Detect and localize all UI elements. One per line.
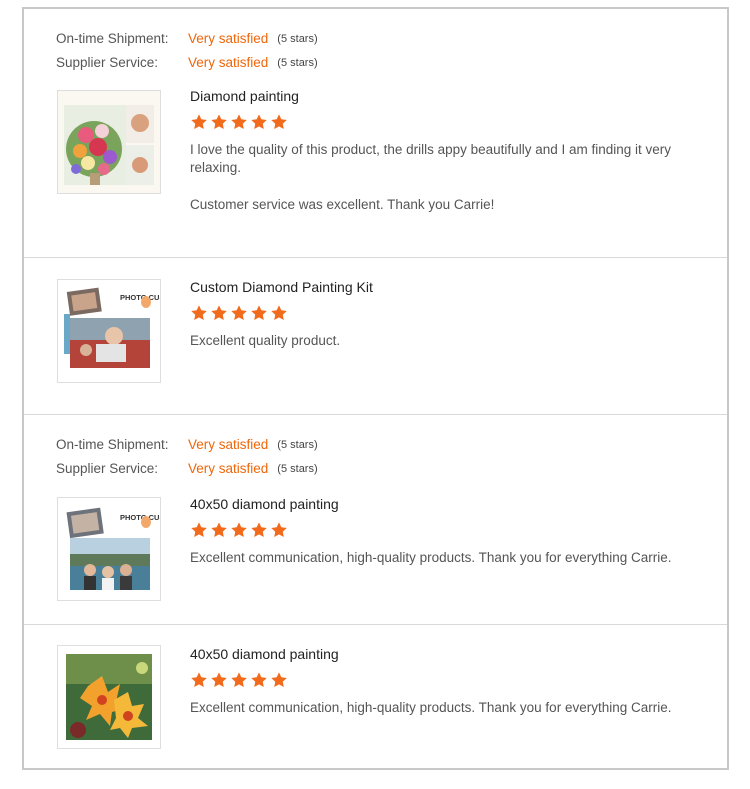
review-item: PHOTO CUSTOM 40x50 diamond painting [24,491,727,624]
review-paragraph: Excellent quality product. [190,333,341,348]
rating-label: Supplier Service: [56,55,159,70]
review-body: 40x50 diamond painting Excellent communi… [190,495,699,586]
product-thumbnail[interactable] [57,90,161,194]
rating-label: Supplier Service: [56,461,159,476]
star-icon [191,305,207,321]
star-icon [271,114,287,130]
star-icon [231,522,247,538]
service-rating: Supplier Service: Very satisfied (5 star… [56,51,318,75]
review-text: Excellent communication, high-quality pr… [190,549,699,567]
review-text: I love the quality of this product, the … [190,141,699,214]
custom-photo-image: PHOTO CUSTOM [58,280,160,382]
review-text: Excellent quality product. [190,332,699,350]
custom-photo-image: PHOTO CUSTOM [58,498,160,600]
photo-custom-badge: PHOTO CUSTOM [120,293,160,302]
product-title[interactable]: Diamond painting [190,87,699,105]
review-body: Diamond painting I love the quality of t… [190,87,699,233]
review-group: On-time Shipment: Very satisfied (5 star… [24,415,727,768]
star-icon [271,672,287,688]
review-paragraph: Excellent communication, high-quality pr… [190,700,672,715]
star-icon [251,114,267,130]
star-icon [231,114,247,130]
rating-value: Very satisfied [188,31,269,46]
star-icon [211,114,227,130]
rating-stars-text: (5 stars) [277,439,318,451]
star-icon [231,672,247,688]
review-paragraph: Excellent communication, high-quality pr… [190,550,672,565]
star-icon [211,522,227,538]
rating-label: On-time Shipment: [56,437,169,452]
rating-stars-text: (5 stars) [277,463,318,475]
star-icon [211,305,227,321]
rating-stars-text: (5 stars) [277,57,318,69]
star-icon [251,672,267,688]
star-icon [231,305,247,321]
star-icon [251,305,267,321]
star-rating [190,304,699,324]
rating-value: Very satisfied [188,461,269,476]
product-thumbnail[interactable]: PHOTO CUSTOM [57,497,161,601]
product-thumbnail[interactable]: PHOTO CUSTOM [57,279,161,383]
star-icon [271,305,287,321]
rating-label: On-time Shipment: [56,31,169,46]
rating-stars-text: (5 stars) [277,33,318,45]
review-body: Custom Diamond Painting Kit Excellent qu… [190,278,699,369]
product-title[interactable]: 40x50 diamond painting [190,495,699,513]
product-thumbnail[interactable] [57,645,161,749]
review-item: PHOTO CUSTOM Custom Diamond Painting Kit… [24,257,727,415]
star-icon [191,114,207,130]
shipment-rating: On-time Shipment: Very satisfied (5 star… [56,27,318,51]
star-icon [251,522,267,538]
review-paragraph: Customer service was excellent. Thank yo… [190,197,495,212]
star-rating [190,521,699,541]
shipment-rating: On-time Shipment: Very satisfied (5 star… [56,433,318,457]
review-body: 40x50 diamond painting Excellent communi… [190,645,699,736]
review-text: Excellent communication, high-quality pr… [190,699,699,717]
hibiscus-painting-image [58,646,160,748]
star-icon [271,522,287,538]
product-title[interactable]: Custom Diamond Painting Kit [190,278,699,296]
star-icon [191,672,207,688]
rating-value: Very satisfied [188,437,269,452]
service-rating: Supplier Service: Very satisfied (5 star… [56,457,318,481]
rating-value: Very satisfied [188,55,269,70]
star-icon [191,522,207,538]
seller-ratings: On-time Shipment: Very satisfied (5 star… [56,433,318,481]
review-paragraph: I love the quality of this product, the … [190,142,672,175]
star-rating [190,671,699,691]
review-group: On-time Shipment: Very satisfied (5 star… [24,9,727,415]
seller-ratings: On-time Shipment: Very satisfied (5 star… [56,27,318,75]
photo-custom-badge: PHOTO CUSTOM [120,513,160,522]
review-item: Diamond painting I love the quality of t… [24,87,727,257]
flower-bouquet-image [58,91,160,193]
product-title[interactable]: 40x50 diamond painting [190,645,699,663]
star-icon [211,672,227,688]
review-item: 40x50 diamond painting Excellent communi… [24,624,727,768]
reviews-panel: On-time Shipment: Very satisfied (5 star… [22,7,729,770]
star-rating [190,113,699,133]
